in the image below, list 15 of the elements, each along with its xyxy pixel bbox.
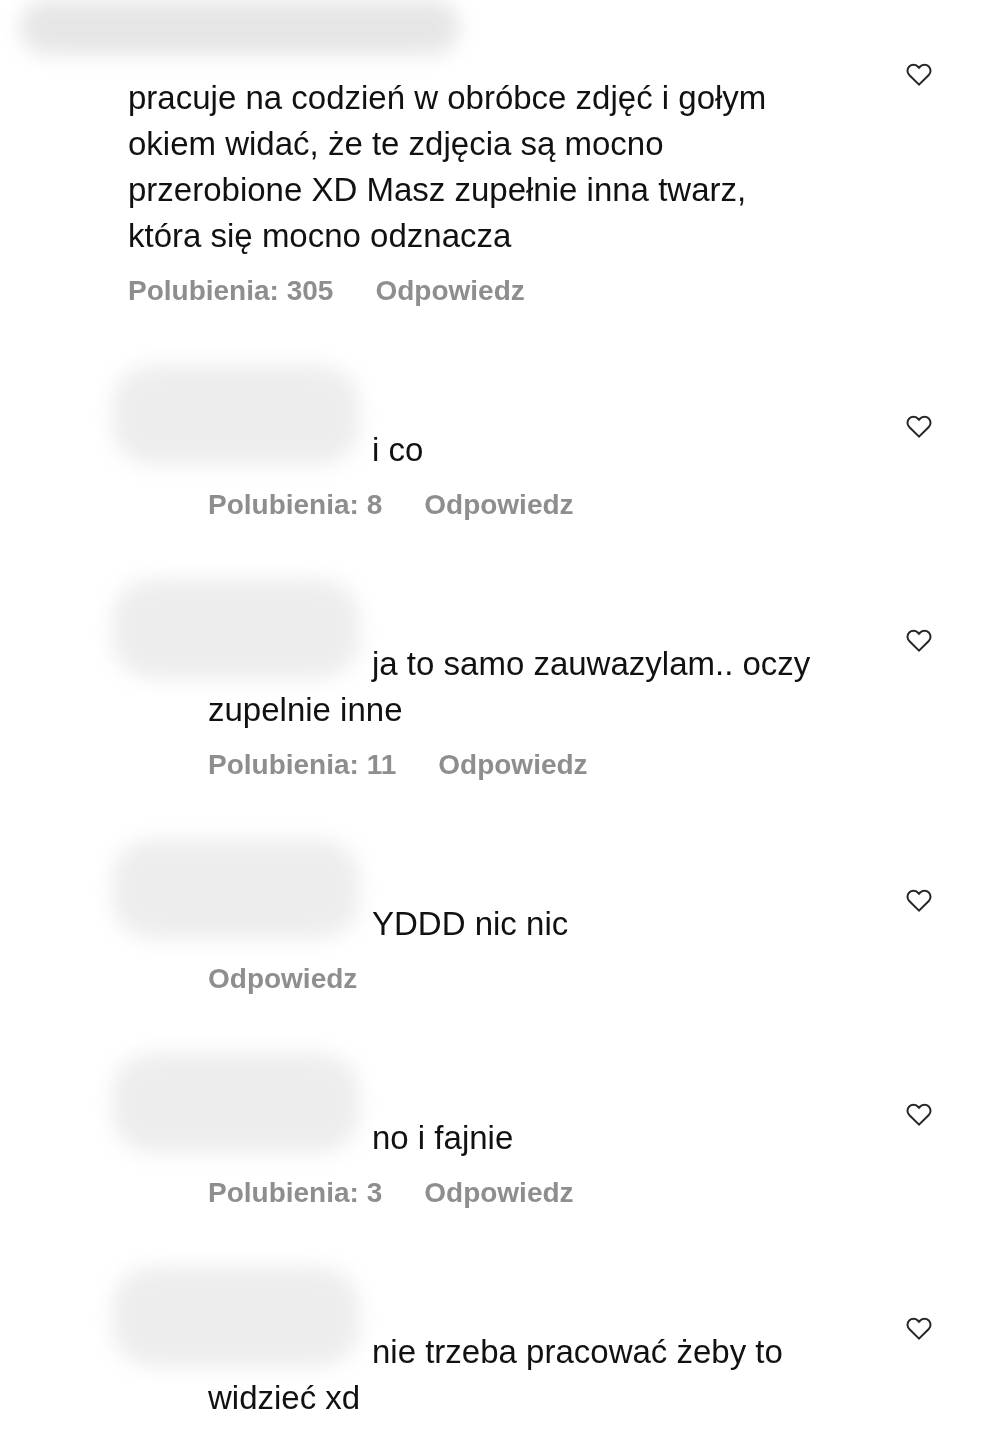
comment-text: no i fajnie [371,1118,515,1158]
comment-text: ja to samo zauwazylam.. oczy zupelnie inne [208,644,812,730]
likes-count[interactable]: Polubienia: 305 [128,271,334,311]
comment-text: i co [371,430,425,470]
likes-count[interactable]: Polubienia: 11 [208,745,397,785]
likes-count[interactable]: Polubienia: 3 [208,1173,383,1213]
reply-link[interactable]: Odpowiedz [438,745,588,785]
reply-link[interactable]: Odpowiedz [424,1173,574,1213]
comment-text: YDDD nic nic [371,904,570,944]
comment-text: pracuje na codzień w obróbce zdjęć i gołym okiem widać, że te zdjęcia są mocno przerobione XD Masz zupełnie inna twarz, która się mocno odznacza [128,78,768,256]
comment-text: nie trzeba pracować żeby to widzieć xd [208,1332,784,1418]
reply-link[interactable]: Odpowiedz [208,959,358,999]
reply-link[interactable]: Odpowiedz [424,485,574,525]
likes-count[interactable]: Polubienia: 8 [208,485,383,525]
reply-link[interactable]: Odpowiedz [375,271,525,311]
